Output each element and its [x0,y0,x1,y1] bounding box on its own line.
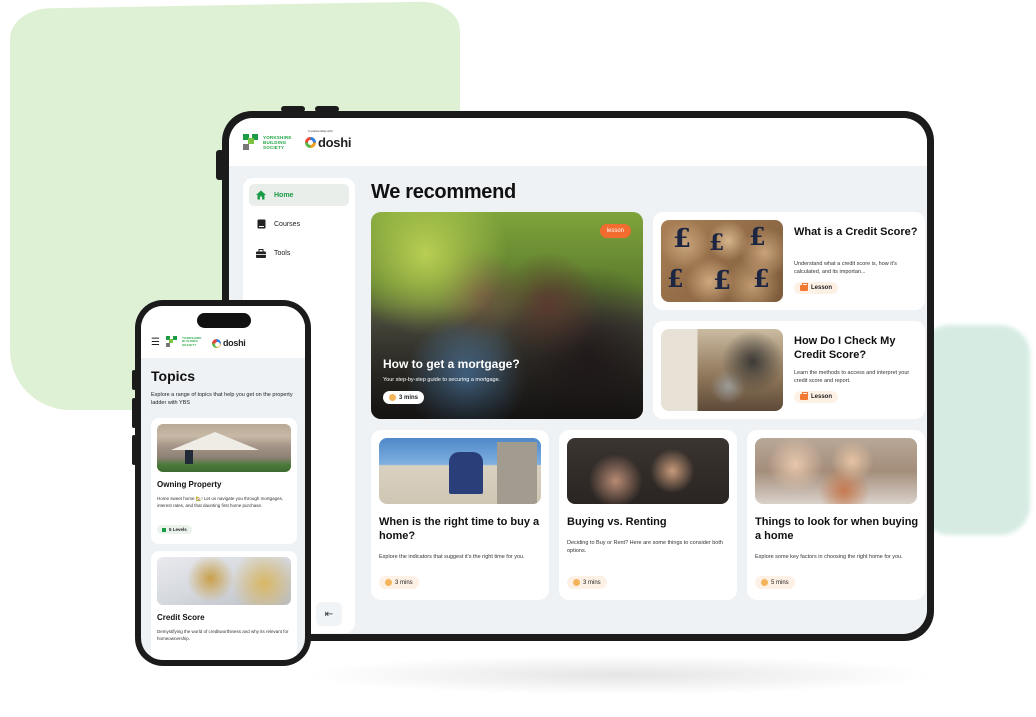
briefcase-icon [800,392,808,400]
sidebar-item-label: Courses [274,220,301,228]
tablet-header: YORKSHIRE BUILDING SOCIETY In partnershi… [229,118,927,166]
friends-tablet-image [755,438,917,504]
clock-icon [385,579,392,586]
collapse-icon: ⇤ [324,608,334,620]
lesson-card-credit-score[interactable]: £ £ £ £ £ £ What is a Credit Score? Unde… [653,212,925,310]
topic-card-owning-property[interactable]: Owning Property Home sweet home 🏡! Let u… [151,418,297,544]
topics-title: Topics [151,368,196,384]
duration-text: 5 mins [771,579,789,586]
background-blob-mint [920,325,1030,535]
levels-text: 5 Levels [169,527,187,532]
duration-pill: 3 mins [567,576,607,589]
card-description: Understand what a credit score is, how i… [794,261,897,275]
levels-badge: 5 Levels [157,525,192,534]
sidebar-item-tools[interactable]: Tools [249,242,349,264]
menu-icon[interactable]: ☰ [151,338,160,348]
doshi-logo[interactable]: In partnership with doshi [305,129,352,150]
lesson-tag-text: Lesson [811,394,833,400]
card-title: When is the right time to buy a home? [379,516,540,542]
living-room-image [661,329,783,411]
briefcase-icon [800,283,808,291]
kitchen-couple-image [567,438,729,504]
levels-icon [162,527,166,532]
featured-lesson-card[interactable]: lesson How to get a mortgage? Your step-… [371,212,643,419]
clock-icon [761,579,768,586]
card-description: Home sweet home 🏡! Let us navigate you t… [157,496,284,508]
padlock-card-image [157,557,291,605]
doshi-logo-icon [211,338,221,348]
clock-icon [389,394,396,401]
card-title: Things to look for when buying a home [755,516,919,542]
course-card-buying-vs-renting[interactable]: Buying vs. Renting Deciding to Buy or Re… [559,430,737,600]
card-title: What is a Credit Score? [794,226,918,238]
doshi-logo[interactable]: doshi [211,338,246,348]
ybs-logo-text: YORKSHIRE BUILDING SOCIETY [263,134,292,150]
topic-card-credit-score[interactable]: Credit Score Demystifying the world of c… [151,551,297,660]
doshi-partner-text: In partnership with [308,128,333,133]
card-title: Owning Property [157,480,222,489]
doshi-logo-text: doshi [318,134,352,150]
tablet-device: YORKSHIRE BUILDING SOCIETY In partnershi… [222,111,934,641]
money-bags-image: £ £ £ £ £ £ [661,220,783,302]
topics-description: Explore a range of topics that help you … [151,392,293,406]
beach-couple-image [379,438,541,504]
lesson-tag-text: Lesson [811,285,833,291]
book-icon [256,219,266,229]
featured-description: Your step-by-step guide to securing a mo… [383,377,501,383]
sidebar-item-courses[interactable]: Courses [249,213,349,235]
main-content: We recommend lesson How to get a mortgag… [371,178,927,600]
card-description: Learn the methods to access and interpre… [794,370,910,384]
phone-device: ☰ YORKSHIRE BUILDING SOCIETY doshi Topic… [135,300,311,666]
card-title: How Do I Check My Credit Score? [794,335,896,361]
card-description: Explore some key factors in choosing the… [755,554,903,560]
duration-text: 3 mins [583,579,601,586]
lesson-tag: Lesson [794,391,839,403]
card-description: Demystifying the world of creditworthine… [157,629,289,641]
duration-pill: 5 mins [755,576,795,589]
device-shadow [300,655,940,695]
course-card-right-time[interactable]: When is the right time to buy a home? Ex… [371,430,549,600]
ybs-logo[interactable]: YORKSHIRE BUILDING SOCIETY [243,134,297,150]
phone-notch [197,313,251,328]
ybs-logo-icon [165,336,178,348]
ybs-logo-icon [243,134,259,150]
card-title: Credit Score [157,613,205,622]
sidebar-item-label: Tools [274,249,291,257]
sidebar-item-label: Home [274,191,294,199]
doshi-logo-text: doshi [222,338,246,348]
doshi-logo-icon [305,136,316,148]
duration-pill: 3 mins [379,576,419,589]
course-card-things-to-look-for[interactable]: Things to look for when buying a home Ex… [747,430,925,600]
home-icon [256,190,266,200]
ybs-logo-text: YORKSHIRE BUILDING SOCIETY [181,335,202,347]
ybs-logo[interactable]: YORKSHIRE BUILDING SOCIETY [165,335,206,348]
house-image [157,424,291,472]
duration-pill: 3 mins [383,391,425,404]
featured-title: How to get a mortgage? [383,357,520,371]
lesson-tag: Lesson [794,282,839,294]
collapse-sidebar-button[interactable]: ⇤ [316,602,342,626]
lesson-badge: lesson [599,224,631,238]
duration-text: 3 mins [395,579,413,586]
phone-screen: ☰ YORKSHIRE BUILDING SOCIETY doshi Topic… [141,306,305,660]
card-description: Deciding to Buy or Rent? Here are some t… [567,540,723,554]
lesson-card-check-credit-score[interactable]: How Do I Check My Credit Score? Learn th… [653,321,925,419]
clock-icon [573,579,580,586]
sidebar-item-home[interactable]: Home [249,184,349,206]
card-title: Buying vs. Renting [567,516,667,528]
card-description: Explore the indicators that suggest it's… [379,554,525,560]
tablet-screen: YORKSHIRE BUILDING SOCIETY In partnershi… [229,118,927,634]
toolbox-icon [256,248,266,258]
page-title: We recommend [371,181,516,203]
duration-text: 3 mins [399,394,419,401]
